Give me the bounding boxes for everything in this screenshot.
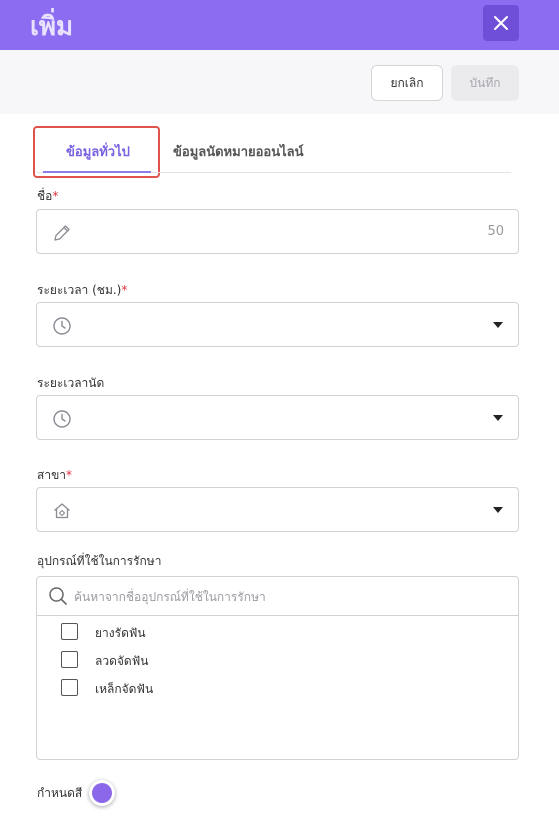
color-label: กำหนดสี [37,786,83,800]
checkbox[interactable] [61,623,78,640]
tab-online-appointment[interactable]: ข้อมูลนัดหมายออนไลน์ [173,141,304,162]
chevron-down-icon [493,322,503,328]
close-button[interactable] [483,5,519,41]
appointment-duration-label: ระยะเวลานัด [37,376,105,390]
checkbox[interactable] [61,651,78,668]
equipment-item-label: เหล็กจัดฟัน [95,682,154,696]
name-input[interactable]: 50 [36,209,519,254]
clock-icon [53,317,71,335]
color-picker-button[interactable] [89,780,115,806]
search-icon [49,587,67,605]
checkbox[interactable] [61,679,78,696]
active-tab-indicator [43,171,151,173]
equipment-item-label: ลวดจัดฟัน [95,654,149,668]
pencil-icon [54,225,70,241]
tab-general-info[interactable]: ข้อมูลทั่วไป [66,141,130,162]
equipment-search-input[interactable]: ค้นหาจากชื่ออุปกรณ์ที่ใช้ในการรักษา [37,577,518,616]
equipment-list-box: ค้นหาจากชื่ออุปกรณ์ที่ใช้ในการรักษา ยางร… [36,576,519,760]
color-swatch [92,783,112,803]
duration-label: ระยะเวลา (ชม.)* [37,283,128,297]
search-placeholder: ค้นหาจากชื่ออุปกรณ์ที่ใช้ในการรักษา [74,590,266,604]
branch-label: สาขา* [37,468,73,482]
appointment-duration-select[interactable] [36,395,519,440]
chevron-down-icon [493,507,503,513]
home-icon [54,503,70,519]
clock-icon [53,410,71,428]
cancel-button[interactable]: ยกเลิก [371,65,443,101]
modal-header: เพิ่ม [0,0,559,50]
modal-title: เพิ่ม [30,12,74,42]
action-toolbar: ยกเลิก บันทึก [0,50,559,114]
name-label: ชื่อ* [37,189,59,203]
equipment-label: อุปกรณ์ที่ใช้ในการรักษา [37,554,162,568]
close-icon [494,16,508,30]
equipment-item-label: ยางรัดฟัน [95,626,146,640]
char-counter: 50 [487,224,504,239]
duration-select[interactable] [36,302,519,347]
branch-select[interactable] [36,487,519,532]
chevron-down-icon [493,415,503,421]
save-button[interactable]: บันทึก [451,65,519,101]
